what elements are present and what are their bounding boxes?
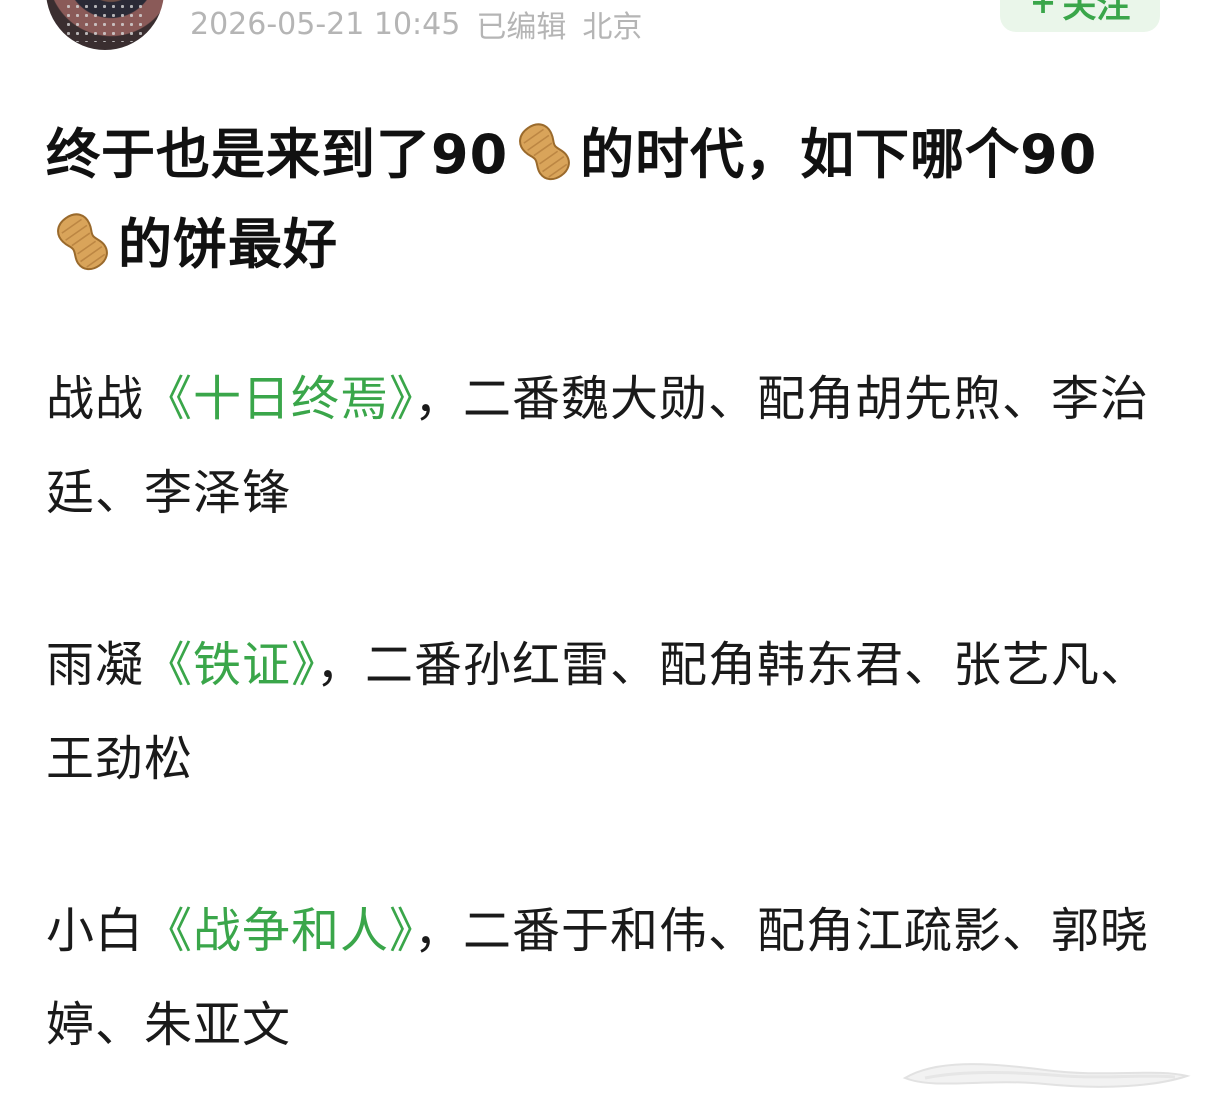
peanut-emoji-icon (519, 123, 571, 181)
plus-icon: + (1029, 0, 1057, 21)
author-avatar[interactable] (46, 0, 164, 50)
avatar-pattern (64, 2, 144, 42)
paragraph-lead: 战战 (46, 371, 145, 427)
post-paragraph-2: 雨凝《铁证》，二番孙红雷、配角韩东君、张艺凡、王劲松 (46, 618, 1156, 806)
title-part-2: 的时代，如下哪个90 (580, 123, 1098, 186)
title-part-3: 的饼最好 (118, 213, 338, 276)
post-title: 终于也是来到了90 的时代，如下哪个90 的饼最好 (46, 110, 1166, 290)
edited-label: 已编辑 (476, 10, 567, 45)
book-title-link[interactable]: 《十日终焉》 (144, 371, 414, 427)
follow-label: 关注 (1062, 0, 1131, 26)
follow-button[interactable]: + 关注 (1000, 0, 1160, 32)
post-timestamp: 2026-05-21 10:45 (190, 6, 461, 42)
title-part-1: 终于也是来到了90 (46, 123, 509, 186)
post-location: 北京 (582, 10, 643, 45)
book-title-link[interactable]: 《战争和人》 (144, 903, 414, 959)
post-paragraph-1: 战战《十日终焉》，二番魏大勋、配角胡先煦、李治廷、李泽锋 (46, 352, 1156, 540)
watermark-logo (902, 1063, 1191, 1088)
post-meta: 2026-05-21 10:45 已编辑 北京 (190, 4, 643, 46)
paragraph-lead: 小白 (46, 903, 145, 959)
book-title-link[interactable]: 《铁证》 (144, 637, 316, 693)
post-paragraph-3: 小白《战争和人》，二番于和伟、配角江疏影、郭晓婷、朱亚文 (46, 884, 1156, 1072)
paragraph-lead: 雨凝 (46, 637, 145, 693)
peanut-emoji-icon (57, 213, 108, 271)
